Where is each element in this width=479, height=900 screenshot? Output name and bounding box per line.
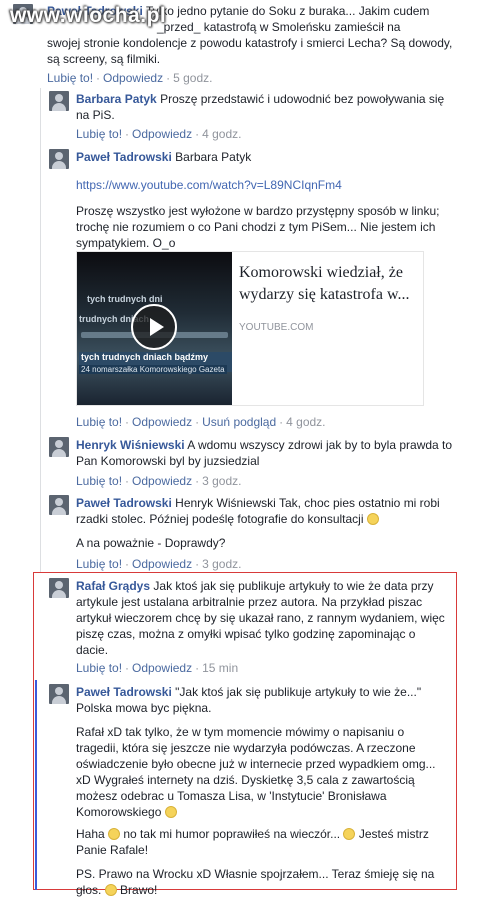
- smiley-icon: [343, 828, 356, 840]
- reply-link[interactable]: Odpowiedz: [132, 415, 192, 429]
- timestamp[interactable]: 3 godz.: [202, 557, 241, 571]
- like-link[interactable]: Lubię to!: [76, 127, 122, 141]
- preview-source: YOUTUBE.COM: [239, 322, 314, 333]
- author-name[interactable]: Paweł Tadrowski: [76, 685, 172, 699]
- like-link[interactable]: Lubię to!: [47, 71, 93, 85]
- avatar[interactable]: [49, 149, 69, 169]
- comment-actions: Lubię to! · Odpowiedz · 3 godz.: [76, 474, 242, 488]
- author-name[interactable]: Paweł Tadrowski: [76, 150, 172, 164]
- comment-text: Paweł Tadrowski Henryk Wiśniewski Tak, c…: [76, 496, 440, 526]
- comment-text: Barbara Patyk Proszę przedstawić i udowo…: [76, 92, 445, 122]
- smiley-icon: [164, 806, 177, 818]
- timestamp[interactable]: 15 min: [202, 661, 238, 675]
- comment-text: Rafał xD tak tylko, że w tym momencie mó…: [76, 725, 436, 819]
- avatar[interactable]: [49, 578, 69, 598]
- comment-text: Proszę wszystko jest wyłożone w bardzo p…: [76, 204, 440, 250]
- remove-preview-link[interactable]: Usuń podgląd: [202, 415, 276, 429]
- comment-text: Rafał Grądys Jak ktoś jak się publikuje …: [76, 579, 445, 657]
- comment-actions: Lubię to! · Odpowiedz · 5 godz.: [47, 71, 213, 85]
- comment-actions: Lubię to! · Odpowiedz · 3 godz.: [76, 557, 242, 571]
- reply-link[interactable]: Odpowiedz: [132, 661, 192, 675]
- avatar[interactable]: [49, 684, 69, 704]
- author-name[interactable]: Paweł Tadrowski: [76, 496, 172, 510]
- timestamp[interactable]: 3 godz.: [202, 474, 241, 488]
- thread-marker: [35, 680, 37, 890]
- comment-text: Haha no tak mi humor poprawiłeś na wiecz…: [76, 827, 429, 857]
- comment-text: A na poważnie - Doprawdy?: [76, 536, 226, 550]
- reply-link[interactable]: Odpowiedz: [132, 474, 192, 488]
- thumbnail-caption: 24 nomarszałka Komorowskiego Gazeta: [79, 365, 227, 374]
- link-preview-card[interactable]: tych trudnych dni trudnych dniach tych t…: [76, 251, 424, 406]
- avatar[interactable]: [49, 91, 69, 111]
- comment-text: Henryk Wiśniewski A wdomu wszyscy zdrowi…: [76, 438, 453, 468]
- like-link[interactable]: Lubię to!: [76, 557, 122, 571]
- smiley-icon: [104, 884, 117, 896]
- comment-actions: Lubię to! · Odpowiedz · 4 godz.: [76, 127, 242, 141]
- like-link[interactable]: Lubię to!: [76, 415, 122, 429]
- author-name[interactable]: Henryk Wiśniewski: [76, 438, 185, 452]
- timestamp[interactable]: 4 godz.: [202, 127, 241, 141]
- video-thumbnail[interactable]: tych trudnych dni trudnych dniach tych t…: [77, 252, 232, 405]
- avatar[interactable]: [49, 495, 69, 515]
- comment-text: PS. Prawo na Wrocku xD Własnie spojrzałe…: [76, 867, 435, 897]
- comment-text: Paweł Tadrowski "Jak ktoś jak się publik…: [76, 685, 422, 715]
- watermark-logo: www.wiocha.pl: [10, 4, 167, 27]
- like-link[interactable]: Lubię to!: [76, 474, 122, 488]
- timestamp[interactable]: 4 godz.: [286, 415, 325, 429]
- thumbnail-caption: tych trudnych dni: [87, 294, 163, 304]
- tagged-user[interactable]: Barbara Patyk: [175, 150, 251, 164]
- timestamp[interactable]: 5 godz.: [173, 71, 212, 85]
- play-icon[interactable]: [131, 304, 177, 350]
- author-name[interactable]: Rafał Grądys: [76, 579, 150, 593]
- youtube-link[interactable]: https://www.youtube.com/watch?v=L89NCIqn…: [76, 177, 342, 193]
- comment-actions: Lubię to! · Odpowiedz · Usuń podgląd · 4 godz.: [76, 415, 326, 429]
- preview-title[interactable]: Komorowski wiedział, że wydarzy się kata…: [239, 262, 419, 306]
- like-link[interactable]: Lubię to!: [76, 661, 122, 675]
- reply-link[interactable]: Odpowiedz: [132, 127, 192, 141]
- smiley-icon: [366, 513, 379, 525]
- reply-link[interactable]: Odpowiedz: [132, 557, 192, 571]
- author-name[interactable]: Barbara Patyk: [76, 92, 157, 106]
- smiley-icon: [108, 828, 121, 840]
- thread-line: [40, 88, 41, 572]
- avatar[interactable]: [49, 437, 69, 457]
- reply-link[interactable]: Odpowiedz: [103, 71, 163, 85]
- comment-actions: Lubię to! · Odpowiedz · 15 min: [76, 661, 239, 675]
- comment-text: Paweł Tadrowski Barbara Patyk: [76, 149, 466, 165]
